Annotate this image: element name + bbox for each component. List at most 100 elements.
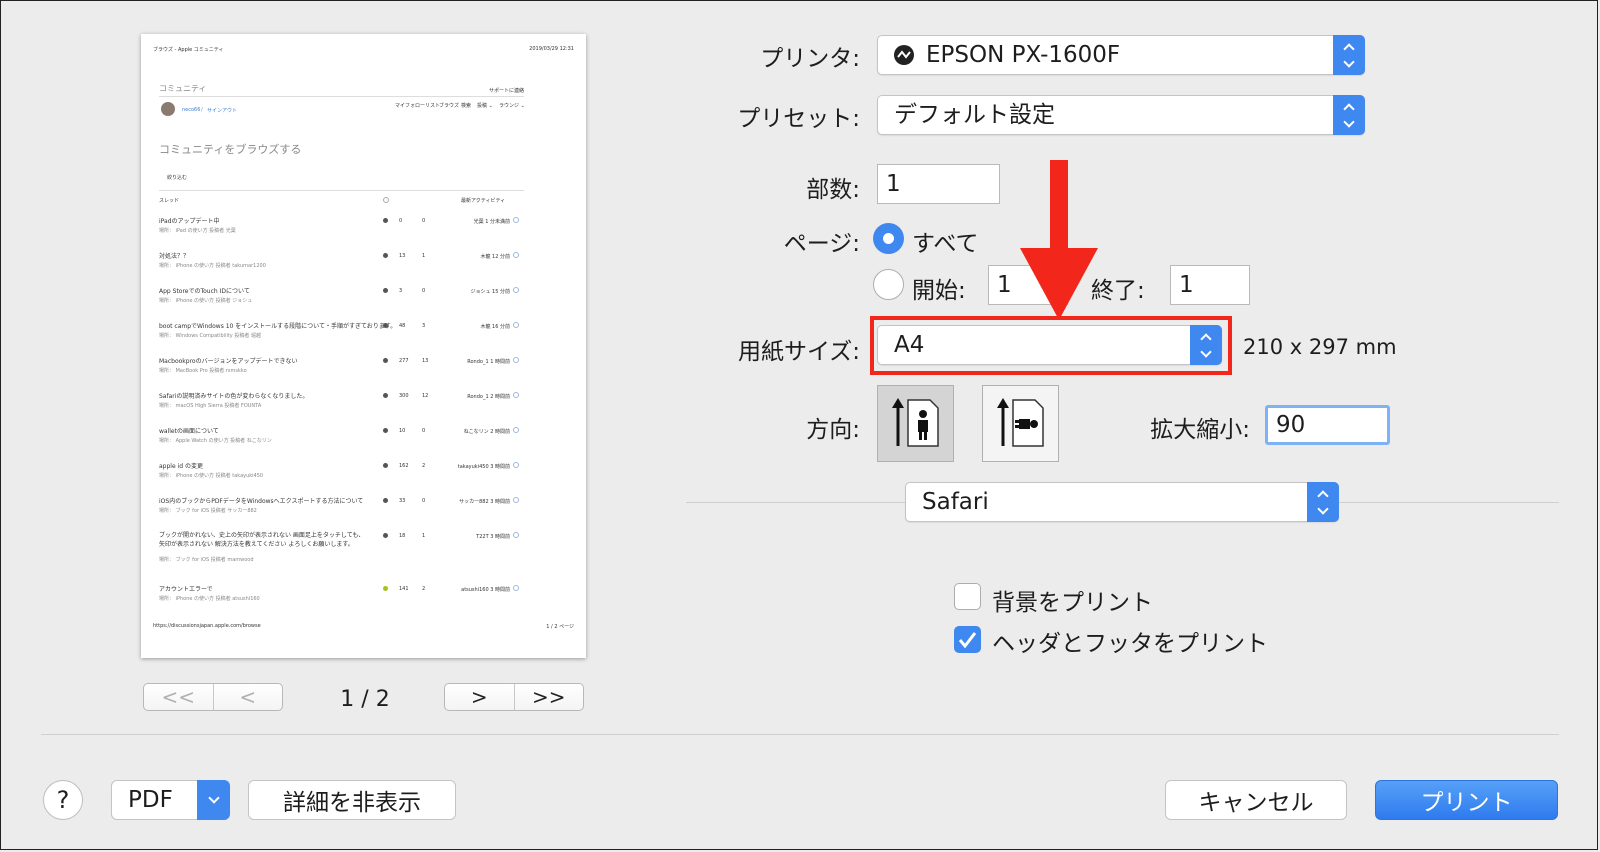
preview-avatar — [161, 102, 175, 116]
paper-dimensions: 210 x 297 mm — [1243, 335, 1397, 359]
preview-thread-views: 277 — [399, 358, 409, 364]
preview-thread-activity: ジョシュ 15 分前 — [470, 289, 510, 295]
preview-thread-replies: 0 — [422, 288, 426, 294]
preview-thread-replies: 0 — [422, 498, 426, 504]
pages-range-radio[interactable] — [873, 269, 904, 300]
last-page-button[interactable]: >> — [513, 684, 584, 710]
app-options-popup[interactable]: Safari — [905, 482, 1339, 522]
preview-thread-title: Safariの説明済みサイトの色が変わらなくなりました。 — [159, 393, 309, 400]
preview-footer-page: 1 / 2 ページ — [546, 624, 574, 630]
preview-thread-title: apple id の変更 — [159, 463, 203, 470]
pager-forward-group: > >> — [444, 683, 584, 711]
app-options-value: Safari — [922, 489, 989, 515]
previous-page-button[interactable]: < — [212, 684, 283, 710]
preview-thread-replies: 2 — [422, 586, 426, 592]
scale-field[interactable]: 90 — [1265, 405, 1390, 445]
preview-filter: 絞り込む — [167, 175, 188, 181]
preset-value: デフォルト設定 — [894, 102, 1055, 128]
print-header-footer-checkbox[interactable] — [954, 626, 981, 653]
printer-popup[interactable]: EPSON PX-1600F — [877, 35, 1365, 75]
preview-thread-title: アカウントエラーで — [159, 586, 213, 593]
paper-size-popup[interactable]: A4 — [877, 325, 1222, 365]
orientation-label: 方向: — [806, 417, 860, 443]
preview-heading: コミュニティをブラウズする — [159, 143, 302, 156]
preview-thread-meta: 場所： ブック for iOS 投稿者 mamwood — [159, 557, 254, 563]
preview-thread-title: App StoreでのTouch IDについて — [159, 288, 250, 295]
preview-thread-title: 対処法？？ — [159, 253, 190, 260]
pager-back-group: << < — [143, 683, 283, 711]
preview-nav-4: ラウンジ ⌄ — [499, 103, 525, 109]
checkmark-icon — [958, 632, 977, 649]
pages-label: ページ: — [783, 231, 860, 257]
preview-follow-icon — [513, 392, 519, 398]
preview-thread-views: 3 — [399, 288, 403, 294]
pages-to-field[interactable]: 1 — [1170, 265, 1250, 305]
preview-thread-activity: T22T 3 時間前 — [476, 534, 510, 540]
preview-follow-icon — [513, 287, 519, 293]
preview-thread-replies: 13 — [422, 358, 429, 364]
orientation-portrait-button[interactable] — [877, 385, 954, 462]
printer-label: プリンタ: — [760, 46, 860, 72]
preview-thread-meta: 場所： Windows Compatibility 投稿者 堀越 — [159, 333, 261, 339]
pages-from-label: 開始: — [912, 278, 966, 304]
preview-thread-views: 162 — [399, 463, 409, 469]
preview-status-dot — [383, 463, 388, 468]
preview-divider — [159, 96, 524, 97]
preview-thread-activity: Rondo_1 2 時間前 — [467, 394, 510, 400]
printer-status-icon — [894, 45, 914, 65]
cancel-button[interactable]: キャンセル — [1165, 780, 1347, 820]
preview-follow-icon — [513, 585, 519, 591]
copies-field[interactable]: 1 — [877, 164, 1000, 204]
preset-popup[interactable]: デフォルト設定 — [877, 95, 1365, 135]
preview-nav-0: マイフォローリスト — [395, 103, 441, 109]
preview-status-dot — [383, 393, 388, 398]
bottom-separator — [41, 734, 1559, 735]
preview-user: neco66 — [182, 107, 201, 113]
preview-thread-replies: 0 — [422, 218, 426, 224]
preview-status-dot — [383, 288, 388, 293]
preview-follow-icon — [513, 427, 519, 433]
preview-nav-1: ブラウズ — [439, 103, 460, 109]
preview-thread-title: ブックが開かれない、史上の矢印が表示されない 画面足上をタッチしても、矢印が表示… — [159, 532, 365, 548]
print-button[interactable]: プリント — [1375, 780, 1558, 820]
first-page-button[interactable]: << — [144, 684, 213, 710]
preset-label: プリセット: — [737, 106, 860, 132]
paper-size-value: A4 — [894, 332, 925, 358]
next-page-button[interactable]: > — [445, 684, 514, 710]
paper-size-stepper-icon — [1190, 325, 1222, 365]
preview-thread-activity: atsushi160 3 時間前 — [461, 587, 510, 593]
print-backgrounds-checkbox[interactable] — [954, 583, 981, 610]
preview-col-activity: 最新アクティビティ — [461, 198, 506, 204]
orientation-landscape-button[interactable] — [982, 385, 1059, 462]
chevron-down-icon — [197, 780, 230, 820]
preview-thread-views: 300 — [399, 393, 409, 399]
printer-stepper-icon — [1333, 35, 1365, 75]
pdf-menu-button[interactable]: PDF — [111, 780, 230, 820]
preview-thread-activity: 光葉 1 分未満前 — [473, 219, 510, 225]
preview-footer-url: https://discussionsjapan.apple.com/brows… — [153, 623, 261, 629]
preview-thread-meta: 場所： iPhone の使い方 投稿者 takumar1200 — [159, 263, 266, 269]
preview-status-dot — [383, 533, 388, 538]
pages-all-radio[interactable] — [873, 223, 904, 254]
preview-status-dot — [383, 428, 388, 433]
preview-header-left: ブラウズ - Apple コミュニティ — [153, 47, 224, 53]
pdf-label: PDF — [128, 787, 173, 813]
copies-label: 部数: — [806, 177, 860, 203]
print-backgrounds-label: 背景をプリント — [992, 590, 1153, 616]
hide-details-button[interactable]: 詳細を非表示 — [248, 780, 456, 820]
annotation-arrow-icon — [1020, 160, 1098, 320]
preview-thread-activity: 木龍 16 分前 — [480, 324, 510, 330]
portrait-icon — [892, 398, 939, 447]
preview-thread-replies: 1 — [422, 533, 426, 539]
preview-thread-views: 33 — [399, 498, 406, 504]
help-button[interactable]: ? — [43, 780, 83, 820]
preview-thread-meta: 場所： iPad の使い方 投稿者 光葉 — [159, 228, 236, 234]
preview-thread-views: 18 — [399, 533, 406, 539]
preview-thread-meta: 場所： iPhone の使い方 投稿者 takayuki450 — [159, 473, 264, 479]
preview-follow-icon — [513, 462, 519, 468]
preview-thread-activity: Rondo_1 1 時間前 — [467, 359, 510, 365]
preview-header-right: 2019/03/29 12:31 — [529, 46, 574, 52]
preview-thread-meta: 場所： Apple Watch の使い方 投稿者 ねこなリン — [159, 438, 272, 444]
preview-thread-meta: 場所： macOS High Sierra 投稿者 FOUNTA — [159, 403, 262, 409]
preview-nav-2: 検索 — [461, 103, 472, 109]
